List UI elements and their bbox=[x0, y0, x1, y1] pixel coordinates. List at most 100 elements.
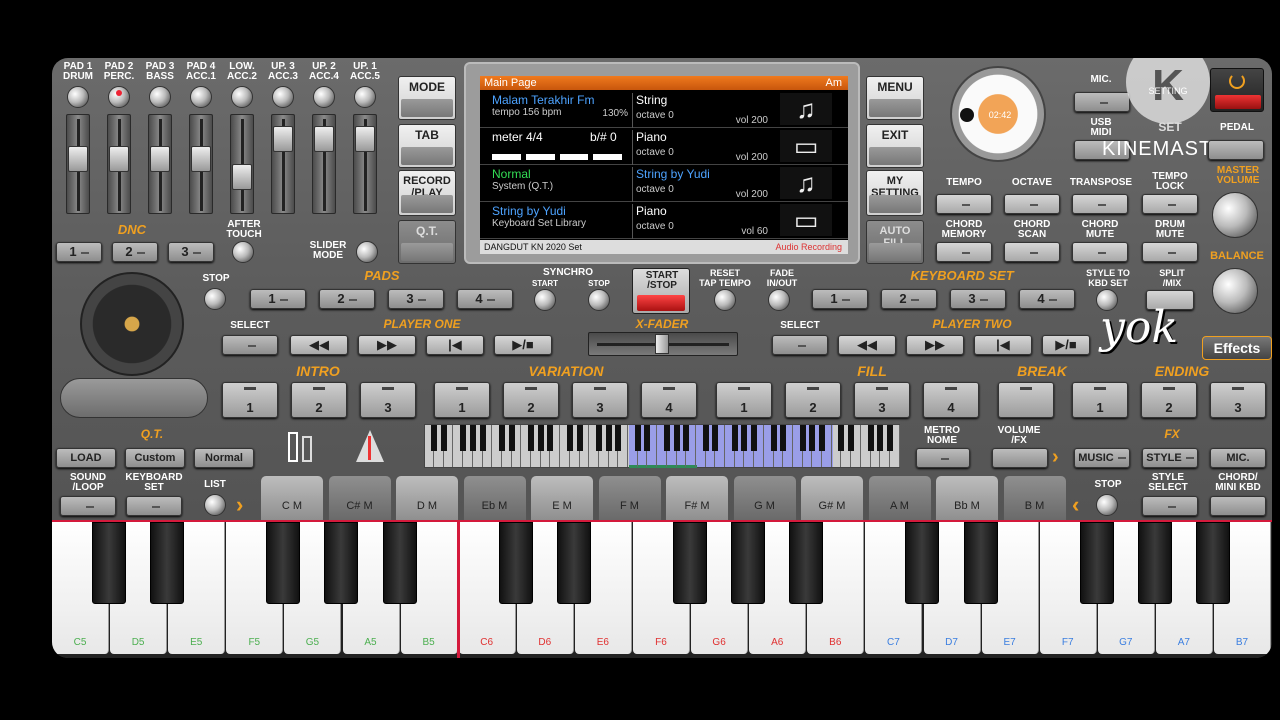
octave-button[interactable] bbox=[1004, 194, 1060, 214]
mixer-pan-knob[interactable] bbox=[108, 86, 130, 108]
mixer-fader[interactable] bbox=[189, 114, 213, 214]
qt-option-button[interactable]: Normal bbox=[194, 448, 254, 468]
black-key[interactable] bbox=[150, 522, 185, 604]
black-key[interactable] bbox=[498, 522, 533, 604]
black-key[interactable] bbox=[556, 522, 591, 604]
variation-button[interactable]: 2 bbox=[503, 382, 559, 418]
fill-button[interactable]: 2 bbox=[785, 382, 841, 418]
mixer-fader-thumb[interactable] bbox=[68, 146, 88, 172]
chord-key[interactable]: C M bbox=[260, 475, 324, 521]
pedal-button[interactable] bbox=[1208, 140, 1264, 160]
black-key[interactable] bbox=[324, 522, 359, 604]
record-play-button[interactable]: RECORD /PLAY bbox=[398, 170, 456, 216]
mixer-fader[interactable] bbox=[271, 114, 295, 214]
black-key[interactable] bbox=[266, 522, 301, 604]
screen-row[interactable]: String by Yudi Keyboard Set Library Piano o… bbox=[480, 202, 848, 239]
mixer-fader-thumb[interactable] bbox=[273, 126, 293, 152]
synchro-start-knob[interactable] bbox=[534, 289, 556, 311]
volume-fx-button[interactable] bbox=[992, 448, 1048, 468]
keyboard-set-button[interactable]: 3 bbox=[950, 289, 1006, 309]
intro-button[interactable]: 2 bbox=[291, 382, 347, 418]
break-button[interactable] bbox=[998, 382, 1054, 418]
mixer-fader-thumb[interactable] bbox=[232, 164, 252, 190]
menu-button[interactable]: MENU bbox=[866, 76, 924, 120]
variation-button[interactable]: 1 bbox=[434, 382, 490, 418]
qt-option-button[interactable]: Custom bbox=[125, 448, 185, 468]
chord-key[interactable]: E M bbox=[530, 475, 594, 521]
exit-button[interactable]: EXIT bbox=[866, 124, 924, 168]
mixer-pan-knob[interactable] bbox=[231, 86, 253, 108]
auto-fill-button[interactable]: AUTO FILL bbox=[866, 220, 924, 264]
chevron-right-icon[interactable]: › bbox=[1052, 446, 1059, 469]
fade-in-out-knob[interactable] bbox=[768, 289, 790, 311]
master-volume-knob[interactable] bbox=[1212, 192, 1258, 238]
chord-scroll-left-icon[interactable]: ‹ bbox=[1072, 492, 1079, 518]
reset-tap-tempo-knob[interactable] bbox=[714, 289, 736, 311]
mixer-fader[interactable] bbox=[230, 114, 254, 214]
mixer-fader[interactable] bbox=[107, 114, 131, 214]
ending-button[interactable]: 3 bbox=[1210, 382, 1266, 418]
player-two-select-button[interactable] bbox=[772, 335, 828, 355]
tempo-button[interactable] bbox=[936, 194, 992, 214]
intro-button[interactable]: 3 bbox=[360, 382, 416, 418]
drum-mute-button[interactable] bbox=[1142, 242, 1198, 262]
mixer-fader[interactable] bbox=[148, 114, 172, 214]
fill-button[interactable]: 1 bbox=[716, 382, 772, 418]
pad-button[interactable]: 2 bbox=[319, 289, 375, 309]
pad-button[interactable]: 4 bbox=[457, 289, 513, 309]
dnc-button[interactable]: 1 bbox=[56, 242, 102, 262]
player-two-play-button[interactable]: ▶/■ bbox=[1042, 335, 1090, 355]
chord-key[interactable]: A M bbox=[867, 475, 932, 521]
my-setting-button[interactable]: MY SETTING bbox=[866, 170, 924, 216]
fill-button[interactable]: 4 bbox=[923, 382, 979, 418]
black-key[interactable] bbox=[1195, 522, 1230, 604]
pad-button[interactable]: 1 bbox=[250, 289, 306, 309]
x-fader-slider[interactable] bbox=[588, 332, 738, 356]
player-one-prev-button[interactable]: |◀ bbox=[426, 335, 484, 355]
fill-button[interactable]: 3 bbox=[854, 382, 910, 418]
chord-key[interactable]: G M bbox=[732, 475, 797, 521]
mini-keyboard[interactable] bbox=[424, 424, 900, 468]
variation-button[interactable]: 4 bbox=[641, 382, 697, 418]
sound-loop-button[interactable] bbox=[60, 496, 116, 516]
chord-key[interactable]: B M bbox=[1002, 475, 1067, 521]
player-two-forward-button[interactable]: ▶▶ bbox=[906, 335, 964, 355]
player-one-rewind-button[interactable]: ◀◀ bbox=[290, 335, 348, 355]
dnc-button[interactable]: 3 bbox=[168, 242, 214, 262]
mixer-pan-knob[interactable] bbox=[67, 86, 89, 108]
ending-button[interactable]: 2 bbox=[1141, 382, 1197, 418]
piano-keyboard[interactable]: C5 D5 E5 F5 G5 A5 B5 C6 D6 E6 F6 G6 A6 B6 C7 D7 E7 F7 G7 A7… bbox=[52, 522, 1272, 658]
list-knob[interactable] bbox=[204, 494, 226, 516]
chord-mini-kbd-button[interactable] bbox=[1210, 496, 1266, 516]
mixer-fader[interactable] bbox=[353, 114, 377, 214]
transpose-button[interactable] bbox=[1072, 194, 1128, 214]
player-two-prev-button[interactable]: |◀ bbox=[974, 335, 1032, 355]
mixer-fader[interactable] bbox=[66, 114, 90, 214]
mixer-fader-thumb[interactable] bbox=[355, 126, 375, 152]
pitch-bend-bar[interactable] bbox=[60, 378, 208, 418]
chord-key[interactable]: F M bbox=[597, 475, 662, 521]
chord-key[interactable]: Eb M bbox=[462, 475, 527, 521]
mixer-fader-thumb[interactable] bbox=[191, 146, 211, 172]
keyboard-set-button[interactable]: 1 bbox=[812, 289, 868, 309]
screen-row[interactable]: Malam Terakhir Fm tempo 156 bpm 130% String… bbox=[480, 91, 848, 128]
qt-option-button[interactable]: LOAD bbox=[56, 448, 116, 468]
mode-button[interactable]: MODE bbox=[398, 76, 456, 120]
fx-option-button[interactable]: MUSIC bbox=[1074, 448, 1130, 468]
chord-key[interactable]: C# M bbox=[327, 475, 392, 521]
black-key[interactable] bbox=[673, 522, 707, 604]
black-key[interactable] bbox=[789, 522, 824, 604]
dnc-button[interactable]: 2 bbox=[112, 242, 158, 262]
mixer-fader[interactable] bbox=[312, 114, 336, 214]
mixer-fader-thumb[interactable] bbox=[314, 126, 334, 152]
metronome-button[interactable] bbox=[916, 448, 970, 468]
chord-memory-button[interactable] bbox=[936, 242, 992, 262]
variation-button[interactable]: 3 bbox=[572, 382, 628, 418]
chord-key[interactable]: F# M bbox=[665, 475, 729, 521]
power-button[interactable] bbox=[1210, 68, 1264, 112]
fx-option-button[interactable]: STYLE bbox=[1142, 448, 1198, 468]
screen-row[interactable]: Normal System (Q.T.) String by Yudi octave … bbox=[480, 165, 848, 202]
data-dial[interactable]: 02:42 bbox=[950, 66, 1046, 162]
black-key[interactable] bbox=[731, 522, 766, 604]
qt-button[interactable]: Q.T. bbox=[398, 220, 456, 264]
